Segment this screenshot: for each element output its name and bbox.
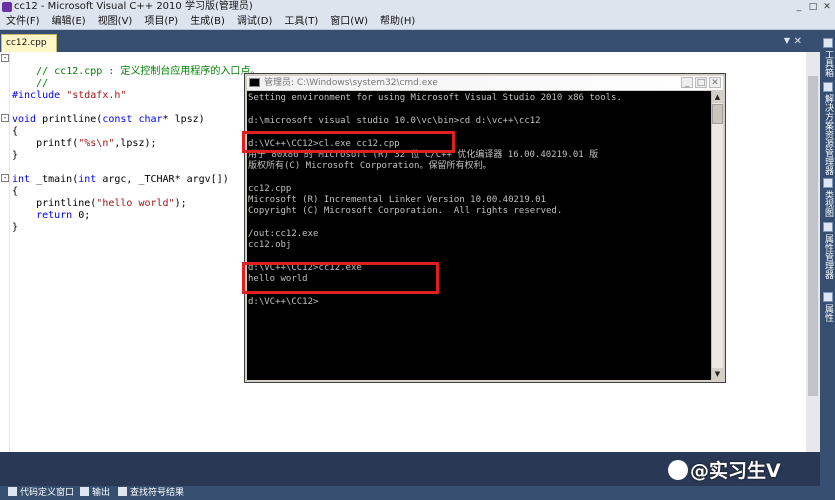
cmd-close-button[interactable]: ✕ <box>709 77 721 88</box>
code-line-4: void printline(const char* lpsz) <box>12 114 205 125</box>
cmd-title: 管理员: C:\Windows\system32\cmd.exe <box>264 78 438 88</box>
console-line: Microsoft (R) Incremental Linker Version… <box>248 195 547 205</box>
window-title: cc12 - Microsoft Visual C++ 2010 学习版(管理员… <box>14 1 253 12</box>
code-line-7: } <box>12 150 19 161</box>
menu-file[interactable]: 文件(F) <box>0 14 46 29</box>
dock-solution-explorer[interactable]: 解决方案资源管理器 <box>821 82 834 175</box>
code-line-8: int _tmain(int argc, _TCHAR* argv[]) <box>12 174 229 185</box>
cmd-window[interactable]: 管理员: C:\Windows\system32\cmd.exe _ □ ✕ S… <box>244 73 726 383</box>
code-line-3: #include "stdafx.h" <box>12 90 127 101</box>
code-line-5: { <box>12 126 19 137</box>
code-line-6: printf("%s\n",lpsz); <box>12 138 157 149</box>
menu-build[interactable]: 生成(B) <box>184 14 231 29</box>
editor-vertical-scrollbar[interactable] <box>806 52 820 452</box>
cmd-icon <box>249 78 260 87</box>
dock-property-manager[interactable]: 属性管理器 <box>821 222 834 279</box>
code-line-9: { <box>12 186 19 197</box>
console-line: Setting environment for using Microsoft … <box>248 93 622 103</box>
right-dock-panel: 工具箱 解决方案资源管理器 类视图 属性管理器 属性 <box>820 30 835 490</box>
menu-edit[interactable]: 编辑(E) <box>46 14 92 29</box>
solution-explorer-icon <box>823 82 833 92</box>
cmd-minimize-button[interactable]: _ <box>681 77 693 88</box>
console-line: d:\VC++\CC12> <box>248 297 319 307</box>
code-definition-icon <box>8 487 17 496</box>
close-icon[interactable]: ✕ <box>794 36 802 47</box>
find-symbol-icon <box>118 487 127 496</box>
cmd-title-bar[interactable]: 管理员: C:\Windows\system32\cmd.exe _ □ ✕ <box>247 76 723 90</box>
close-button[interactable]: ✕ <box>821 1 833 13</box>
cmd-maximize-button[interactable]: □ <box>695 77 707 88</box>
highlight-run-output <box>242 262 439 294</box>
dock-toolbox[interactable]: 工具箱 <box>821 38 834 77</box>
console-line: Copyright (C) Microsoft Corporation. All… <box>248 206 563 216</box>
class-view-icon <box>823 178 833 188</box>
code-line-1: // cc12.cpp : 定义控制台应用程序的入口点。 <box>36 66 261 77</box>
menu-bar: 文件(F) 编辑(E) 视图(V) 项目(P) 生成(B) 调试(D) 工具(T… <box>0 14 835 30</box>
menu-tools[interactable]: 工具(T) <box>278 14 324 29</box>
console-line: cc12.cpp <box>248 184 292 194</box>
cmd-vertical-scrollbar[interactable]: ▲ ▼ <box>711 91 723 380</box>
dock-class-view[interactable]: 类视图 <box>821 178 834 217</box>
dock-properties[interactable]: 属性 <box>821 292 834 322</box>
fold-minus-icon[interactable]: - <box>1 54 9 62</box>
window-controls: _ □ ✕ <box>793 1 833 13</box>
tab-cc12-cpp[interactable]: cc12.cpp <box>1 34 57 52</box>
code-line-10: printline("hello world"); <box>12 198 187 209</box>
menu-project[interactable]: 项目(P) <box>138 14 184 29</box>
menu-window[interactable]: 窗口(W) <box>324 14 374 29</box>
menu-help[interactable]: 帮助(H) <box>374 14 421 29</box>
menu-debug[interactable]: 调试(D) <box>231 14 279 29</box>
watermark: @实习生V <box>668 456 781 483</box>
fold-minus-icon[interactable]: - <box>1 174 9 182</box>
tab-output[interactable]: 输出 <box>80 486 110 500</box>
code-line-12: } <box>12 222 19 233</box>
highlight-compile-command <box>242 131 455 153</box>
scrollbar-thumb[interactable] <box>712 104 723 124</box>
tab-find-symbol-results[interactable]: 查找符号结果 <box>118 486 184 500</box>
vs-app-icon <box>2 2 12 12</box>
output-icon <box>80 487 89 496</box>
console-line: /out:cc12.exe <box>248 229 319 239</box>
scrollbar-thumb[interactable] <box>808 76 818 396</box>
console-line: cc12.obj <box>248 240 292 250</box>
properties-icon <box>823 292 833 302</box>
scroll-up-arrow-icon[interactable]: ▲ <box>712 91 723 103</box>
tab-code-definition-window[interactable]: 代码定义窗口 <box>8 486 74 500</box>
editor-gutter <box>0 52 10 452</box>
console-line: 版权所有(C) Microsoft Corporation。保留所有权利。 <box>248 161 492 171</box>
toolbox-icon <box>823 38 833 48</box>
bottom-panel-tabs: 代码定义窗口 输出 查找符号结果 <box>0 486 835 500</box>
tab-label: cc12.cpp <box>6 38 47 48</box>
code-line-11: return 0; <box>12 210 91 221</box>
title-bar: cc12 - Microsoft Visual C++ 2010 学习版(管理员… <box>0 0 835 14</box>
console-line: d:\microsoft visual studio 10.0\vc\bin>c… <box>248 116 541 126</box>
menu-view[interactable]: 视图(V) <box>92 14 139 29</box>
maximize-button[interactable]: □ <box>807 1 819 13</box>
scroll-down-arrow-icon[interactable]: ▼ <box>712 368 723 380</box>
paw-logo-icon <box>668 460 688 480</box>
chevron-down-icon[interactable]: ▼ <box>784 36 790 45</box>
fold-minus-icon[interactable]: - <box>1 114 9 122</box>
property-manager-icon <box>823 222 833 232</box>
minimize-button[interactable]: _ <box>793 1 805 13</box>
document-tab-row: cc12.cpp ▼ ✕ <box>0 30 820 52</box>
